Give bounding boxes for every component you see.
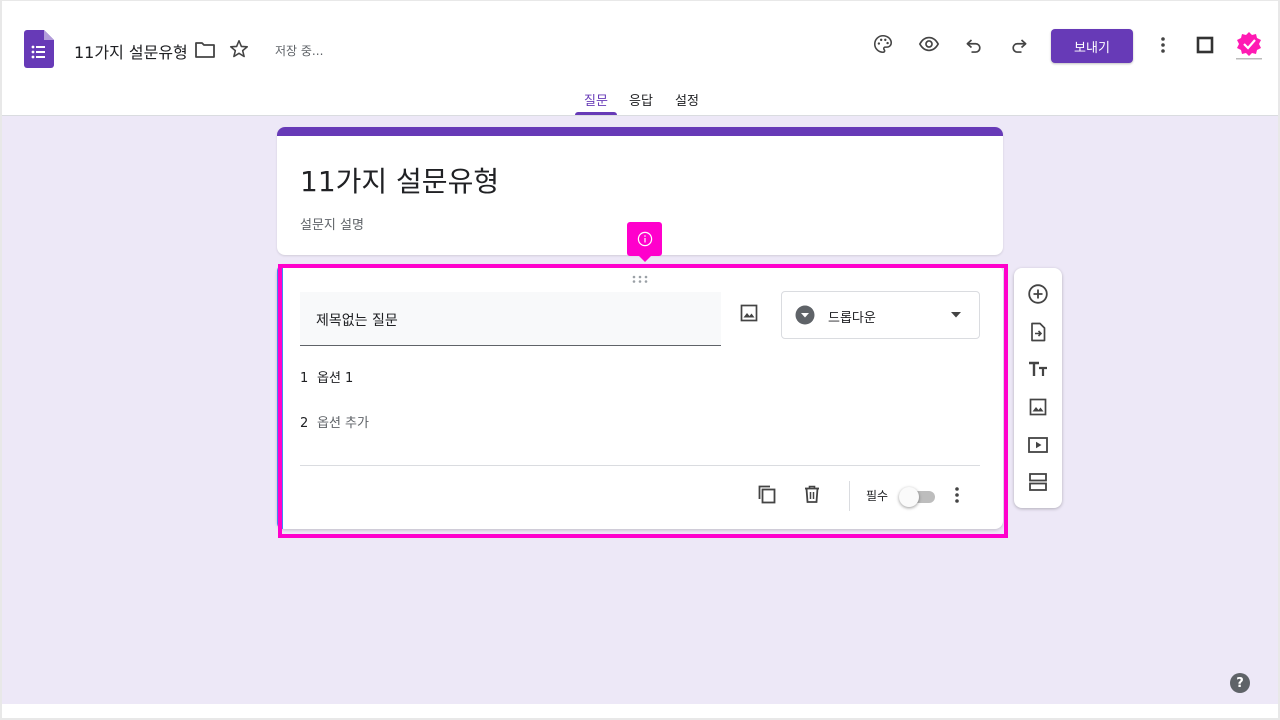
question-title-field[interactable]: 제목없는 질문 bbox=[300, 292, 721, 346]
option-label: 옵션 1 bbox=[317, 371, 354, 386]
active-question-accent bbox=[277, 265, 283, 529]
question-type-dropdown[interactable]: 드롭다운 bbox=[781, 291, 980, 339]
delete-icon[interactable] bbox=[801, 483, 823, 509]
info-icon bbox=[637, 231, 652, 247]
forms-logo-icon[interactable] bbox=[24, 30, 54, 68]
app-header: 11가지 설문유형 저장 중... 보내기 질문 응답 설정 bbox=[2, 2, 1278, 116]
folder-icon[interactable] bbox=[193, 38, 217, 62]
help-button[interactable]: ? bbox=[1230, 673, 1250, 693]
star-icon[interactable] bbox=[227, 37, 251, 61]
required-toggle[interactable] bbox=[899, 487, 935, 507]
form-title[interactable]: 11가지 설문유형 bbox=[300, 160, 499, 200]
question-type-label: 드롭다운 bbox=[828, 311, 876, 326]
tab-settings[interactable]: 설정 bbox=[675, 90, 699, 109]
redo-icon[interactable] bbox=[1007, 33, 1031, 57]
toggle-knob bbox=[899, 487, 919, 507]
eye-icon[interactable] bbox=[917, 32, 941, 56]
square-icon[interactable] bbox=[1193, 33, 1217, 57]
import-questions-icon[interactable] bbox=[1026, 320, 1050, 344]
question-title: 제목없는 질문 bbox=[316, 313, 398, 329]
info-badge bbox=[627, 222, 662, 262]
send-button[interactable]: 보내기 bbox=[1051, 29, 1133, 63]
add-image-icon[interactable] bbox=[739, 303, 759, 327]
section-icon[interactable] bbox=[1026, 470, 1050, 494]
floating-toolbar bbox=[1014, 268, 1062, 508]
duplicate-icon[interactable] bbox=[756, 483, 778, 509]
required-label: 필수 bbox=[866, 489, 889, 503]
add-option[interactable]: 2 옵션 추가 bbox=[300, 412, 369, 431]
active-tab-indicator bbox=[575, 112, 617, 115]
document-title[interactable]: 11가지 설문유형 bbox=[74, 39, 188, 63]
dropdown-type-icon bbox=[795, 305, 815, 325]
drag-handle-icon[interactable] bbox=[632, 275, 648, 283]
undo-icon[interactable] bbox=[962, 33, 986, 57]
option-item[interactable]: 1 옵션 1 bbox=[300, 367, 353, 386]
add-question-icon[interactable] bbox=[1026, 282, 1050, 306]
tab-responses[interactable]: 응답 bbox=[629, 90, 653, 109]
video-icon[interactable] bbox=[1026, 433, 1050, 457]
tab-questions[interactable]: 질문 bbox=[584, 90, 608, 109]
saving-status: 저장 중... bbox=[275, 44, 324, 58]
title-text-icon[interactable] bbox=[1026, 357, 1050, 381]
option-number: 1 bbox=[300, 371, 309, 386]
form-description[interactable]: 설문지 설명 bbox=[300, 214, 364, 233]
image-icon[interactable] bbox=[1026, 395, 1050, 419]
footer-vertical-divider bbox=[849, 481, 850, 511]
tab-bar: 질문 응답 설정 bbox=[2, 86, 1278, 116]
question-more-icon[interactable] bbox=[954, 486, 960, 508]
more-vert-icon[interactable] bbox=[1151, 33, 1175, 57]
palette-icon[interactable] bbox=[871, 32, 895, 56]
question-card[interactable]: 제목없는 질문 드롭다운 1 옵션 1 2 옵션 추가 필수 bbox=[277, 265, 1003, 529]
avatar[interactable] bbox=[1232, 30, 1266, 62]
footer-divider bbox=[300, 465, 980, 466]
caret-down-icon bbox=[951, 312, 961, 318]
bottom-strip bbox=[2, 704, 1278, 718]
add-option-number: 2 bbox=[300, 416, 309, 431]
add-option-label: 옵션 추가 bbox=[317, 416, 369, 431]
